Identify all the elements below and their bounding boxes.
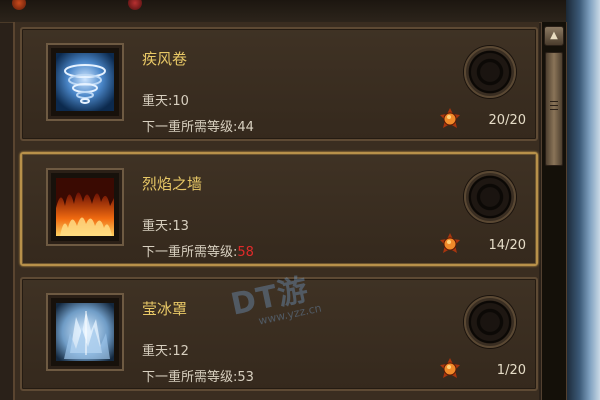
req-value: 53 <box>237 370 254 385</box>
next-tier-requirement: 下一重所需等级:58 <box>142 241 254 260</box>
tier-value: 13 <box>172 219 189 234</box>
firewall-icon <box>56 178 114 236</box>
skill-tier: 重天:12 <box>142 340 189 359</box>
scrollbar[interactable]: ▲ <box>541 22 567 400</box>
req-label: 下一重所需等级: <box>142 370 238 385</box>
scroll-thumb[interactable] <box>545 52 563 166</box>
req-value: 44 <box>237 120 254 135</box>
skill-card-2[interactable]: 烈焰之墙 重天:13 下一重所需等级:58 14/20 <box>20 152 538 266</box>
whirlwind-icon <box>56 53 114 111</box>
skill-name: 莹冰罩 <box>142 300 188 318</box>
next-tier-requirement: 下一重所需等级:53 <box>142 366 254 385</box>
req-label: 下一重所需等级: <box>142 120 238 135</box>
background-art <box>566 0 600 400</box>
skill-icon-frame[interactable] <box>46 293 124 371</box>
top-bar <box>0 0 600 23</box>
skill-icon-frame[interactable] <box>46 43 124 121</box>
ice-shield-icon <box>56 303 114 361</box>
skill-count: 1/20 <box>496 363 526 378</box>
skill-count: 14/20 <box>488 238 526 253</box>
tier-value: 12 <box>172 344 189 359</box>
thumb-grip <box>550 105 558 106</box>
skill-name: 疾风卷 <box>142 50 188 68</box>
tier-label: 重天: <box>142 94 173 109</box>
tier-label: 重天: <box>142 344 173 359</box>
skill-count: 20/20 <box>488 113 526 128</box>
upgrade-button[interactable] <box>464 171 516 223</box>
orange-gem-icon <box>440 233 460 253</box>
req-label: 下一重所需等级: <box>142 245 238 260</box>
tier-value: 10 <box>172 94 189 109</box>
next-tier-requirement: 下一重所需等级:44 <box>142 116 254 135</box>
skill-tier: 重天:10 <box>142 90 189 109</box>
req-value: 58 <box>237 245 254 260</box>
skill-name: 烈焰之墙 <box>142 175 203 193</box>
scroll-up-icon[interactable]: ▲ <box>544 26 564 46</box>
top-status-icon <box>128 0 142 10</box>
orange-gem-icon <box>440 108 460 128</box>
skill-card-1[interactable]: 疾风卷 重天:10 下一重所需等级:44 20/20 <box>20 27 538 141</box>
skill-icon-frame[interactable] <box>46 168 124 246</box>
thumb-grip <box>550 101 558 102</box>
upgrade-button[interactable] <box>464 296 516 348</box>
tier-label: 重天: <box>142 219 173 234</box>
top-status-icon <box>12 0 26 10</box>
thumb-grip <box>550 109 558 110</box>
upgrade-button[interactable] <box>464 46 516 98</box>
orange-gem-icon <box>440 358 460 378</box>
skill-tier: 重天:13 <box>142 215 189 234</box>
